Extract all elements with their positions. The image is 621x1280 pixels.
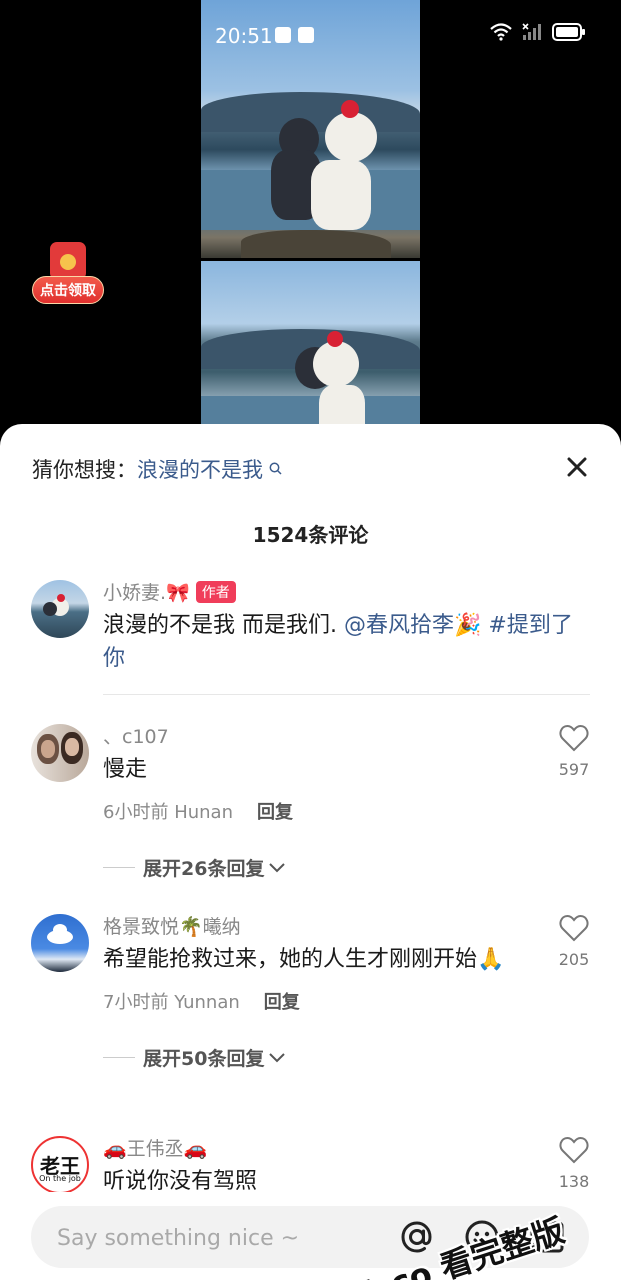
battery-icon — [552, 23, 586, 41]
like-count: 597 — [558, 760, 590, 779]
expand-replies-button[interactable]: 展开26条回复 — [103, 854, 541, 881]
comment-input[interactable] — [55, 1206, 379, 1270]
divider — [103, 694, 590, 695]
chevron-down-icon — [269, 1052, 286, 1062]
like-count: 138 — [558, 1172, 590, 1191]
search-icon — [265, 462, 282, 481]
expand-replies-label: 展开26条回复 — [143, 858, 265, 880]
comment-time: 7小时前 — [103, 992, 169, 1013]
comment-sheet: 猜你想搜：浪漫的不是我 1524条评论 小娇妻.🎀 作者 浪漫的不是我 而是我们.… — [0, 424, 621, 1280]
heart-icon — [559, 914, 589, 942]
avatar[interactable] — [31, 724, 89, 782]
like-count: 205 — [558, 950, 590, 969]
avatar[interactable] — [31, 914, 89, 972]
comment-location: Hunan — [174, 802, 233, 823]
comment-location: Yunnan — [174, 992, 240, 1013]
mention-link[interactable]: @春风拾李🎉 — [344, 613, 481, 638]
author-badge: 作者 — [195, 581, 236, 603]
notification-icon — [298, 27, 314, 43]
comment-count: 1524条评论 — [252, 523, 369, 547]
reply-button[interactable]: 回复 — [264, 992, 300, 1013]
like-button[interactable]: 138 — [557, 1136, 591, 1191]
like-button[interactable]: 597 — [557, 724, 591, 779]
comment-author[interactable]: 格景致悦🌴曦纳 — [103, 912, 541, 939]
comment-author[interactable]: 小娇妻.🎀 — [103, 582, 190, 604]
comment-author[interactable]: 、c107 — [103, 722, 541, 749]
red-packet-label: 点击领取 — [32, 276, 104, 304]
expand-replies-button[interactable]: 展开50条回复 — [103, 1044, 541, 1071]
like-button[interactable]: 205 — [557, 914, 591, 969]
close-icon[interactable] — [567, 454, 587, 484]
heart-icon — [559, 724, 589, 752]
avatar[interactable] — [31, 580, 89, 638]
search-suggestion[interactable]: 猜你想搜：浪漫的不是我 — [32, 454, 282, 484]
avatar[interactable]: 老王 On the job — [31, 1136, 89, 1194]
signal-icon — [522, 23, 542, 41]
notification-icon — [275, 27, 291, 43]
wifi-icon — [490, 23, 512, 41]
expand-replies-label: 展开50条回复 — [143, 1048, 265, 1070]
red-packet-button[interactable]: 点击领取 — [32, 240, 104, 306]
comment-time: 6小时前 — [103, 802, 169, 823]
comment-meta: 7小时前 Yunnan 回复 — [103, 988, 541, 1014]
chevron-down-icon — [269, 862, 286, 872]
video-player[interactable]: 20:51 点击领取 — [0, 0, 621, 440]
heart-icon — [559, 1136, 589, 1164]
comment-text: 浪漫的不是我 而是我们. @春风拾李🎉 #提到了你 — [103, 613, 573, 671]
comment-meta: 6小时前 Hunan 回复 — [103, 798, 541, 824]
comment-text: 慢走 — [103, 757, 148, 782]
comment-author[interactable]: 🚗王伟丞🚗 — [103, 1134, 541, 1161]
video-frame-bottom — [201, 261, 420, 440]
comment-text: 希望能抢救过来，她的人生才刚刚开始🙏 — [103, 947, 505, 972]
search-suggestion-keyword[interactable]: 浪漫的不是我 — [137, 458, 263, 482]
reply-button[interactable]: 回复 — [257, 802, 293, 823]
search-suggestion-prefix: 猜你想搜： — [32, 458, 137, 482]
status-time: 20:51 — [215, 24, 273, 48]
